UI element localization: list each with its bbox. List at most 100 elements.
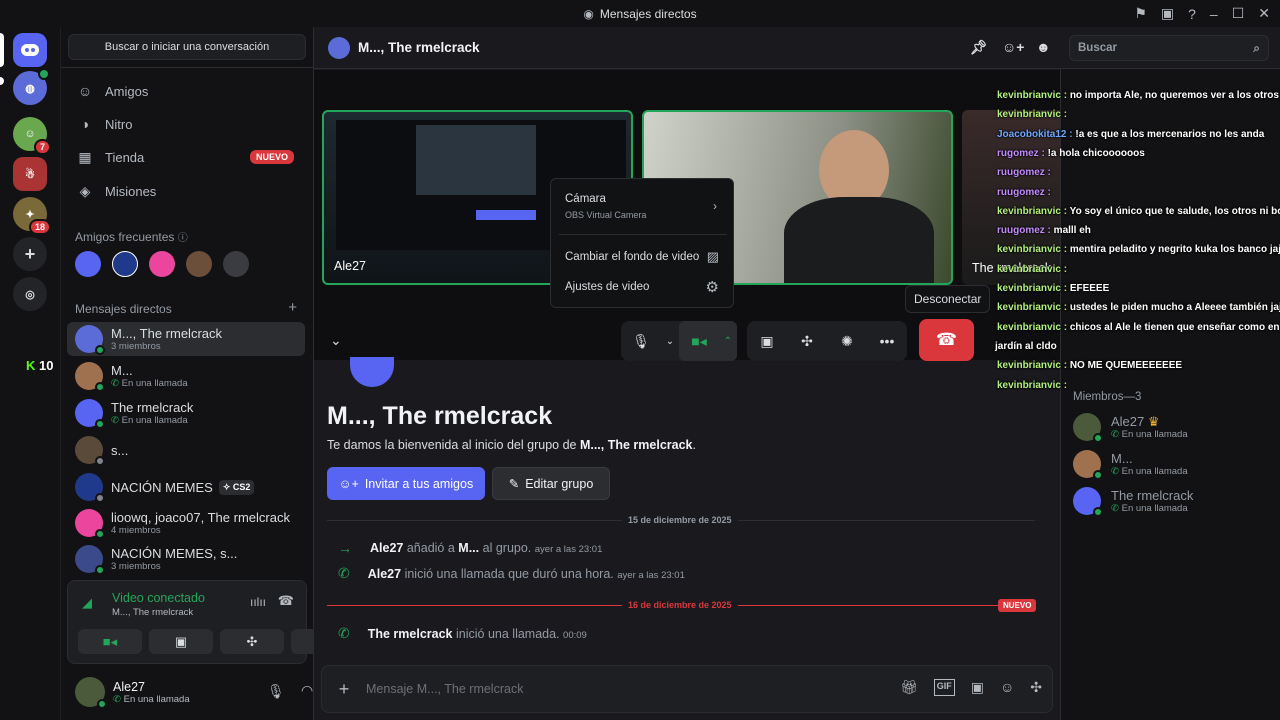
server-santa[interactable]: ☃ — [13, 157, 47, 191]
dm-item[interactable]: NACIÓN MEMES, s... 3 miembros — [67, 542, 305, 576]
header-search-input[interactable]: Buscar ⌕ — [1069, 35, 1269, 61]
phone-icon: ✆ — [1111, 503, 1119, 514]
mic-options-chevron-icon[interactable]: ⌄ — [661, 321, 679, 361]
explore-icon[interactable]: ◎ — [13, 277, 47, 311]
chat-text: mentira peladito y negrito kuka los banc… — [1069, 244, 1280, 256]
dm-name: s... — [111, 442, 129, 458]
mention-badge: 18 — [28, 219, 51, 235]
menu-item-camera[interactable]: Cámara — [565, 193, 606, 205]
inbox-icon[interactable]: ▣ — [1161, 5, 1174, 22]
date-label: 16 de diciembre de 2025 — [622, 600, 738, 610]
server-group-dm[interactable]: ◍ — [13, 68, 50, 105]
add-friends-icon[interactable]: ☺+ — [1002, 39, 1024, 55]
edit-group-button[interactable]: ✎ Editar grupo — [492, 467, 610, 500]
apps-icon[interactable]: ✣ — [1030, 679, 1042, 696]
soundboard-button[interactable]: ✺ — [827, 321, 867, 361]
chat-username: ruugomez : — [997, 167, 1051, 179]
headphones-icon[interactable]: ◠ — [301, 682, 313, 699]
disconnect-icon[interactable]: ☎ — [278, 593, 294, 609]
mic-button[interactable]: 🎙︎ — [621, 321, 661, 361]
server-zelda[interactable]: ☺ 7 — [13, 117, 51, 155]
frequent-friend-avatar[interactable] — [112, 251, 138, 277]
camera-options-chevron-icon[interactable]: ⌃ — [719, 321, 737, 361]
menu-item-video-settings[interactable]: Ajustes de video — [565, 281, 649, 293]
nav-shop[interactable]: ▦ Tienda NUEVO — [69, 141, 306, 173]
chat-username: Joacobokita12 : — [997, 128, 1076, 140]
kick-widget[interactable]: K 10 — [26, 358, 53, 373]
crown-icon: ♛ — [1147, 414, 1160, 429]
more-icon: ••• — [879, 333, 895, 349]
add-attachment-icon[interactable]: + — [322, 679, 366, 700]
more-button[interactable]: ••• — [867, 321, 907, 361]
screen-share-button[interactable]: ▣ — [747, 321, 787, 361]
emoji-icon[interactable]: ☺ — [1000, 679, 1014, 696]
kick-count: 10 — [39, 358, 54, 373]
camera-button[interactable]: ■◂ — [679, 321, 719, 361]
system-message: ✆ Ale27 inició una llamada que duró una … — [338, 565, 685, 581]
dm-item[interactable]: NACIÓN MEMES ✧ CS2 — [67, 470, 305, 504]
soundboard-icon: ✺ — [841, 332, 853, 349]
voice-status[interactable]: Video conectado — [112, 591, 205, 605]
chat-username: ruugomez : — [997, 225, 1054, 237]
camera-menu: Cámara OBS Virtual Camera › Cambiar el f… — [550, 178, 734, 308]
flag-icon[interactable]: ⚑ — [1134, 5, 1147, 22]
pin-icon[interactable]: 📌︎ — [970, 39, 988, 56]
collapse-chevron-icon[interactable]: ⌄ — [330, 332, 342, 349]
member-item[interactable]: Ale27 ♛ ✆ En una llamada — [1073, 410, 1273, 444]
message-input[interactable]: Mensaje M..., The rmelcrack — [366, 682, 523, 696]
frequent-friend-avatar[interactable] — [223, 251, 249, 277]
frequent-friends-label: Amigos frecuentes ⓘ — [75, 230, 188, 244]
chat-text: EFEEEE — [1069, 283, 1110, 294]
avatar — [75, 325, 105, 355]
nav-friends[interactable]: ☺ Amigos — [69, 75, 306, 107]
activities-button[interactable]: ✣ — [787, 321, 827, 361]
frequent-friend-avatar[interactable] — [186, 251, 212, 277]
dm-item[interactable]: s... — [67, 433, 305, 467]
help-icon[interactable]: ? — [1188, 6, 1196, 22]
find-conversation-button[interactable]: Buscar o iniciar una conversación — [68, 34, 306, 60]
frequent-friend-avatar[interactable] — [75, 251, 101, 277]
stream-chat-line: kevinbrianvic : chicos al Ale le tienen … — [997, 322, 1280, 333]
screen-share-button[interactable]: ▣ — [149, 629, 213, 654]
member-item[interactable]: M... ✆ En una llamada — [1073, 447, 1273, 481]
phone-icon: ✆ — [113, 693, 121, 705]
member-item[interactable]: The rmelcrack ✆ En una llamada — [1073, 484, 1273, 518]
home-discord-icon[interactable] — [13, 33, 47, 67]
sticker-icon[interactable]: ▣ — [971, 679, 984, 696]
quests-icon: ◈ — [79, 182, 91, 199]
dm-item[interactable]: M... ✆ En una llamada — [67, 359, 305, 393]
server-cs[interactable]: ✦ 18 — [13, 197, 51, 235]
close-window-button[interactable]: ✕ — [1258, 5, 1270, 22]
camera-source: OBS Virtual Camera — [565, 210, 647, 220]
gift-icon[interactable]: 🎁︎ — [900, 679, 918, 696]
stream-chat-line: ruugomez : — [997, 167, 1051, 178]
dm-item[interactable]: The rmelcrack ✆ En una llamada — [67, 396, 305, 430]
invite-friends-button[interactable]: ☺+ Invitar a tus amigos — [327, 467, 485, 500]
create-dm-button[interactable]: + — [288, 299, 297, 316]
minimize-button[interactable]: – — [1210, 6, 1218, 22]
stream-chat-line: kevinbrianvic : no importa Ale, no quere… — [997, 90, 1280, 101]
voice-connected-panel: ◢ Video conectado M..., The rmelcrack ıı… — [67, 580, 355, 664]
mic-icon[interactable]: 🎙︎ — [267, 683, 285, 700]
avatar — [75, 399, 105, 429]
camera-button[interactable]: ■◂ — [78, 629, 142, 654]
avatar — [75, 545, 105, 575]
maximize-button[interactable]: ☐ — [1232, 5, 1245, 22]
frequent-friend-avatar[interactable] — [149, 251, 175, 277]
dm-item[interactable]: lioowq, joaco07, The rmelcrack 4 miembros — [67, 506, 305, 540]
avatar[interactable] — [75, 677, 107, 709]
noise-suppression-icon[interactable]: ıılıı — [250, 595, 266, 609]
activities-button[interactable]: ✣ — [220, 629, 284, 654]
gif-icon[interactable]: GIF — [933, 679, 955, 696]
nav-quests[interactable]: ◈ Misiones — [69, 175, 306, 207]
member-name: M... — [1111, 451, 1133, 466]
dm-item[interactable]: M..., The rmelcrack 3 miembros — [67, 322, 305, 356]
members-icon[interactable]: ☻ — [1036, 39, 1051, 55]
camera-icon: ■◂ — [102, 633, 118, 649]
add-server-button[interactable]: + — [13, 237, 47, 271]
direct-messages-label: Mensajes directos — [75, 302, 172, 316]
phone-icon: ✆ — [111, 415, 119, 426]
menu-item-background[interactable]: Cambiar el fondo de video — [565, 251, 699, 263]
nav-label: Misiones — [105, 183, 157, 199]
nav-nitro[interactable]: ◑ Nitro — [69, 108, 306, 140]
